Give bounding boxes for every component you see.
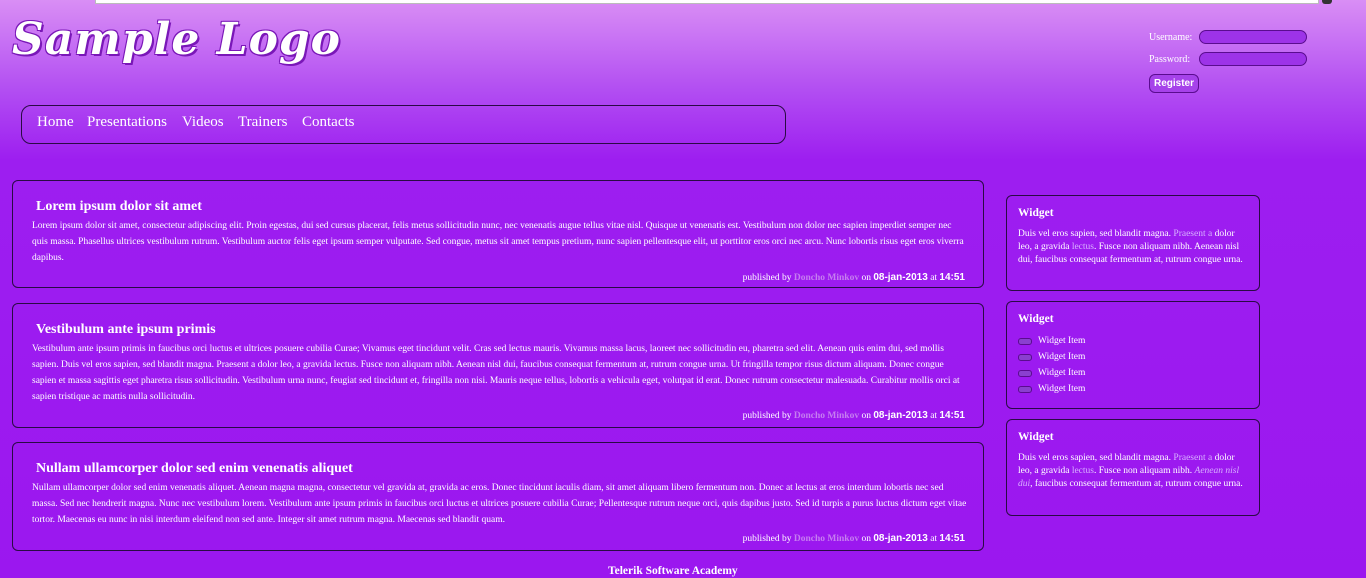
nav-videos[interactable]: Videos — [182, 114, 224, 131]
widget-highlight: lectus — [1071, 466, 1094, 476]
publish-time: 14:51 — [939, 533, 965, 544]
publish-date: 08-jan-2013 — [873, 533, 928, 544]
article-title: Lorem ipsum dolor sit amet — [36, 199, 202, 214]
author-link[interactable]: Doncho Minkov — [794, 273, 859, 283]
widget-title: Widget — [1018, 207, 1054, 219]
widget-text: Duis vel eros sapien, sed blandit magna.… — [1018, 228, 1250, 267]
nav-home[interactable]: Home — [37, 114, 74, 131]
widget-text-part: , faucibus consequat fermentum at, rutru… — [1030, 479, 1243, 489]
article: Vestibulum ante ipsum primis Vestibulum … — [12, 303, 984, 428]
article: Lorem ipsum dolor sit amet Lorem ipsum d… — [12, 180, 984, 288]
username-label: Username: — [1149, 31, 1193, 43]
widget-item-label: Widget Item — [1038, 352, 1086, 362]
published-by-label: published by — [742, 411, 792, 421]
widget-title: Widget — [1018, 431, 1054, 443]
at-label: at — [930, 534, 938, 544]
widget: Widget Duis vel eros sapien, sed blandit… — [1006, 195, 1260, 291]
on-label: on — [861, 411, 871, 421]
login-form: Username: Password: Register — [1149, 26, 1307, 93]
password-label: Password: — [1149, 53, 1191, 65]
article-title: Nullam ullamcorper dolor sed enim venena… — [36, 461, 353, 476]
widget-highlight: Praesent a — [1173, 229, 1213, 239]
nav-contacts[interactable]: Contacts — [302, 114, 355, 131]
bullet-icon — [1018, 385, 1032, 393]
nav-presentations[interactable]: Presentations — [87, 114, 167, 131]
article-meta: published by Doncho Minkov on 08-jan-201… — [743, 410, 965, 421]
nav-trainers[interactable]: Trainers — [238, 114, 287, 131]
publish-date: 08-jan-2013 — [873, 272, 928, 283]
publish-time: 14:51 — [939, 410, 965, 421]
on-label: on — [861, 273, 871, 283]
register-button[interactable]: Register — [1149, 74, 1200, 93]
article-title: Vestibulum ante ipsum primis — [36, 322, 216, 337]
widget-item-label: Widget Item — [1038, 384, 1086, 394]
article-meta: published by Doncho Minkov on 08-jan-201… — [743, 533, 965, 544]
widget: Widget Widget Item Widget Item Widget It… — [1006, 301, 1260, 409]
author-link[interactable]: Doncho Minkov — [794, 534, 859, 544]
widget-item-label: Widget Item — [1038, 336, 1086, 346]
widget-text: Duis vel eros sapien, sed blandit magna.… — [1018, 452, 1250, 491]
username-input[interactable] — [1199, 30, 1307, 44]
author-link[interactable]: Doncho Minkov — [794, 411, 859, 421]
article: Nullam ullamcorper dolor sed enim venena… — [12, 442, 984, 551]
bullet-icon — [1018, 369, 1032, 377]
footer-text: Telerik Software Academy — [608, 565, 738, 577]
password-input[interactable] — [1199, 52, 1307, 66]
widget-title: Widget — [1018, 313, 1054, 325]
widget-highlight: lectus — [1071, 242, 1094, 252]
widget-text-part: Duis vel eros sapien, sed blandit magna. — [1018, 453, 1172, 463]
article-body: Lorem ipsum dolor sit amet, consectetur … — [32, 221, 964, 263]
publish-time: 14:51 — [939, 272, 965, 283]
at-label: at — [930, 273, 938, 283]
bullet-icon — [1018, 337, 1032, 345]
widget-list: Widget Item Widget Item Widget Item Widg… — [1018, 333, 1085, 397]
article-meta: published by Doncho Minkov on 08-jan-201… — [743, 272, 965, 283]
widget-text-part: Duis vel eros sapien, sed blandit magna. — [1018, 229, 1172, 239]
widget-text-part: . Fusce non aliquam nibh. — [1093, 466, 1193, 476]
widget-list-item[interactable]: Widget Item — [1018, 333, 1085, 349]
widget-list-item[interactable]: Widget Item — [1018, 365, 1085, 381]
scroll-handle — [1322, 0, 1332, 4]
widget-list-item[interactable]: Widget Item — [1018, 349, 1085, 365]
widget-item-label: Widget Item — [1038, 368, 1086, 378]
browser-address-bar — [95, 0, 1319, 4]
article-body: Nullam ullamcorper dolor sed enim venena… — [32, 483, 967, 525]
bullet-icon — [1018, 353, 1032, 361]
site-logo[interactable]: Sample Logo — [12, 14, 341, 65]
article-body: Vestibulum ante ipsum primis in faucibus… — [32, 344, 960, 402]
at-label: at — [930, 411, 938, 421]
widget: Widget Duis vel eros sapien, sed blandit… — [1006, 419, 1260, 516]
widget-highlight: Praesent a — [1173, 453, 1213, 463]
main-nav: Home Presentations Videos Trainers Conta… — [21, 105, 786, 144]
published-by-label: published by — [742, 534, 792, 544]
publish-date: 08-jan-2013 — [873, 410, 928, 421]
published-by-label: published by — [742, 273, 792, 283]
widget-list-item[interactable]: Widget Item — [1018, 381, 1085, 397]
on-label: on — [861, 534, 871, 544]
